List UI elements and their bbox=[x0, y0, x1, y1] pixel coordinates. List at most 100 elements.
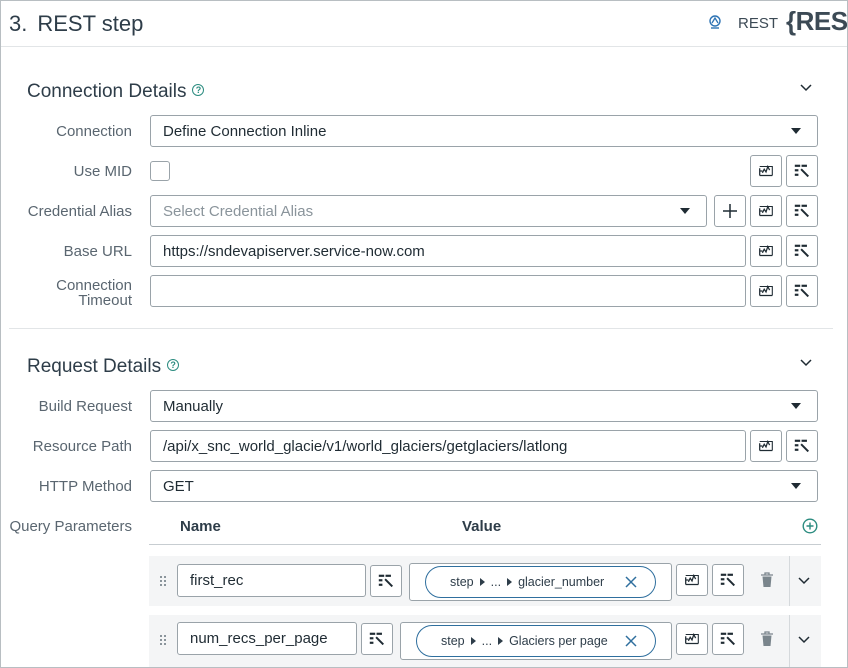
query-param-row: num_recs_per_page step... Glaciers per pa… bbox=[149, 615, 821, 667]
resource-path-label: Resource Path bbox=[32, 438, 132, 455]
data-pill-picker-button[interactable] bbox=[786, 235, 818, 267]
data-pill-picker-button[interactable] bbox=[370, 565, 402, 597]
triangle-right-icon bbox=[479, 578, 485, 586]
connection-timeout-input[interactable] bbox=[150, 275, 746, 307]
script-icon bbox=[757, 202, 775, 220]
http-method-label: HTTP Method bbox=[38, 478, 132, 495]
script-button[interactable] bbox=[676, 623, 708, 655]
pill-segment-mid: ... bbox=[481, 634, 493, 648]
param-name-input[interactable]: num_recs_per_page bbox=[177, 622, 357, 655]
help-icon[interactable]: ? bbox=[167, 358, 180, 371]
script-button[interactable] bbox=[750, 195, 782, 227]
data-pill-picker-button[interactable] bbox=[361, 623, 393, 655]
section-divider bbox=[9, 328, 833, 329]
param-name-value: num_recs_per_page bbox=[190, 630, 328, 647]
data-pill-picker-button[interactable] bbox=[712, 623, 744, 655]
chevron-down-icon[interactable] bbox=[799, 81, 813, 95]
connection-select[interactable]: Define Connection Inline bbox=[150, 115, 818, 147]
connection-timeout-label-line1: Connection bbox=[56, 277, 132, 294]
remove-pill-icon[interactable] bbox=[625, 576, 637, 588]
help-icon[interactable]: ? bbox=[192, 83, 205, 96]
pill-segment-end: Glaciers per page bbox=[509, 634, 608, 648]
data-pill-picker-button[interactable] bbox=[786, 275, 818, 307]
data-pill-picker-icon bbox=[377, 572, 395, 590]
script-button[interactable] bbox=[750, 430, 782, 462]
connection-details-label: Connection Details bbox=[27, 81, 187, 102]
row-separator bbox=[789, 556, 790, 606]
rest-logo: {REST} bbox=[786, 6, 848, 36]
pill-segment-end: glacier_number bbox=[518, 575, 605, 589]
rest-label: REST bbox=[738, 15, 779, 32]
data-pill[interactable]: step... Glaciers per page bbox=[416, 625, 656, 657]
data-pill-picker-icon bbox=[793, 437, 811, 455]
base-url-input[interactable]: https://sndevapiserver.service-now.com bbox=[150, 235, 746, 267]
data-pill[interactable]: step... glacier_number bbox=[425, 566, 656, 598]
data-pill-picker-icon bbox=[793, 202, 811, 220]
param-value-field[interactable]: step... Glaciers per page bbox=[400, 622, 672, 660]
use-mid-checkbox[interactable] bbox=[150, 161, 170, 181]
step-number: 3. bbox=[9, 11, 28, 36]
data-pill-picker-icon bbox=[793, 282, 811, 300]
credential-alias-select[interactable]: Select Credential Alias bbox=[150, 195, 707, 227]
triangle-right-icon bbox=[507, 578, 513, 586]
chevron-down-icon[interactable] bbox=[797, 574, 811, 588]
caret-down-icon bbox=[680, 208, 690, 214]
connection-label: Connection bbox=[56, 123, 132, 140]
base-url-value: https://sndevapiserver.service-now.com bbox=[163, 242, 425, 260]
connection-timeout-label-line2: Timeout bbox=[78, 292, 132, 309]
script-button[interactable] bbox=[750, 235, 782, 267]
pill-segment-start: step bbox=[450, 575, 474, 589]
credential-alias-label: Credential Alias bbox=[27, 203, 132, 220]
pill-segment-mid: ... bbox=[490, 575, 502, 589]
trash-icon[interactable] bbox=[760, 631, 774, 647]
data-pill-picker-icon bbox=[719, 571, 737, 589]
chevron-down-icon[interactable] bbox=[799, 356, 813, 370]
build-request-value: Manually bbox=[163, 397, 224, 415]
script-button[interactable] bbox=[750, 155, 782, 187]
data-pill-picker-button[interactable] bbox=[786, 195, 818, 227]
resource-path-input[interactable]: /api/x_snc_world_glacie/v1/world_glacier… bbox=[150, 430, 746, 462]
add-parameter-icon[interactable] bbox=[802, 518, 818, 534]
build-request-select[interactable]: Manually bbox=[150, 390, 818, 422]
param-value-field[interactable]: step... glacier_number bbox=[409, 563, 672, 601]
use-mid-label: Use MID bbox=[73, 163, 132, 180]
resource-path-value: /api/x_snc_world_glacie/v1/world_glacier… bbox=[163, 437, 568, 455]
data-pill-picker-button[interactable] bbox=[712, 564, 744, 596]
credential-alias-placeholder: Select Credential Alias bbox=[163, 202, 314, 220]
remove-pill-icon[interactable] bbox=[625, 635, 637, 647]
script-icon bbox=[757, 282, 775, 300]
script-icon bbox=[683, 571, 701, 589]
script-icon bbox=[757, 437, 775, 455]
data-pill-picker-icon bbox=[719, 630, 737, 648]
caret-down-icon bbox=[791, 403, 801, 409]
trash-icon[interactable] bbox=[760, 572, 774, 588]
base-url-label: Base URL bbox=[63, 243, 132, 260]
connection-details-title: Connection Details? bbox=[27, 81, 205, 103]
step-header: 3. REST step REST {REST} bbox=[1, 1, 848, 47]
data-pill-picker-button[interactable] bbox=[786, 155, 818, 187]
drag-handle-icon[interactable] bbox=[160, 635, 166, 645]
pill-segment-start: step bbox=[441, 634, 465, 648]
rest-step-panel: 3. REST step REST {REST} Connection Detai… bbox=[0, 0, 848, 668]
script-icon bbox=[757, 162, 775, 180]
drag-handle-icon[interactable] bbox=[160, 576, 166, 586]
add-credential-button[interactable] bbox=[714, 195, 746, 227]
http-method-value: GET bbox=[163, 477, 194, 495]
http-method-select[interactable]: GET bbox=[150, 470, 818, 502]
script-button[interactable] bbox=[676, 564, 708, 596]
script-icon bbox=[757, 242, 775, 260]
data-pill-picker-icon bbox=[793, 242, 811, 260]
query-param-row: first_rec step... glacier_number bbox=[149, 556, 821, 606]
data-pill-picker-button[interactable] bbox=[786, 430, 818, 462]
data-pill-picker-icon bbox=[793, 162, 811, 180]
value-column-header: Value bbox=[462, 518, 502, 535]
chevron-down-icon[interactable] bbox=[797, 633, 811, 647]
query-params-header-line bbox=[149, 544, 821, 545]
plus-icon bbox=[723, 204, 737, 218]
data-pill-picker-icon bbox=[368, 630, 386, 648]
build-request-label: Build Request bbox=[38, 398, 132, 415]
param-name-input[interactable]: first_rec bbox=[177, 564, 366, 597]
script-button[interactable] bbox=[750, 275, 782, 307]
rest-spoke-icon[interactable] bbox=[707, 14, 723, 30]
row-separator bbox=[789, 615, 790, 667]
